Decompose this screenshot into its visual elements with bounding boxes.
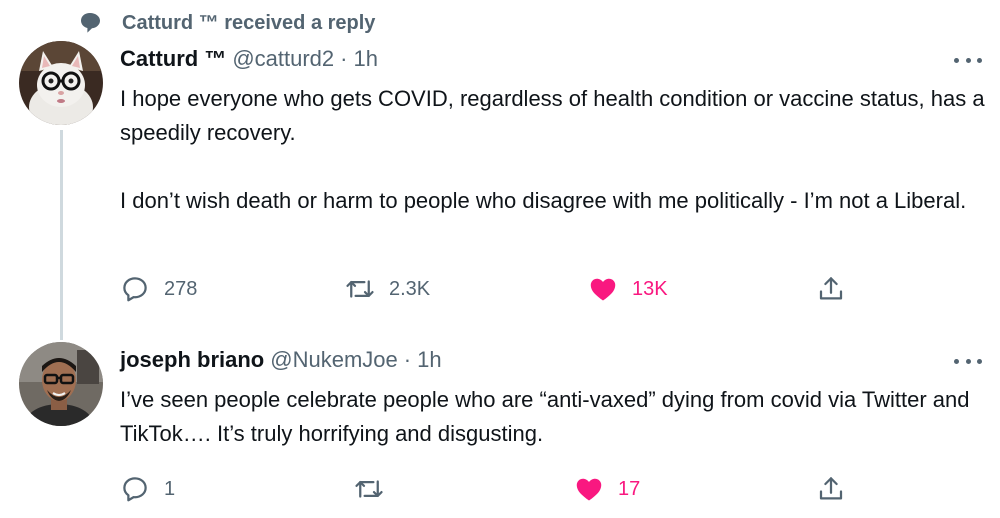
avatar[interactable] (19, 41, 103, 125)
retweet-button[interactable] (354, 472, 384, 506)
share-icon (819, 277, 843, 300)
share-icon (819, 477, 843, 500)
more-options-button[interactable] (954, 52, 982, 68)
reply-button[interactable]: 278 (120, 272, 197, 306)
reply-context: Catturd ™ received a reply (78, 6, 375, 40)
reply-icon (123, 477, 147, 502)
more-dot-icon (977, 57, 982, 63)
reply-icon (123, 277, 147, 302)
more-dot-icon (965, 57, 971, 63)
timestamp[interactable]: 1h (417, 347, 441, 373)
like-button[interactable]: 13K (588, 272, 668, 306)
heart-filled-icon (590, 278, 616, 301)
author-name[interactable]: Catturd ™ (120, 46, 226, 72)
tweet-header: Catturd ™ @catturd2 · 1h (120, 44, 378, 74)
author-handle[interactable]: @catturd2 (232, 46, 334, 72)
like-button[interactable]: 17 (574, 472, 640, 506)
share-button[interactable] (816, 272, 846, 306)
retweet-icon (346, 280, 374, 298)
retweet-button[interactable]: 2.3K (345, 272, 430, 306)
reply-button[interactable]: 1 (120, 472, 175, 506)
thread-line (60, 130, 63, 340)
reply-count: 1 (164, 477, 176, 500)
separator-dot: · (340, 46, 348, 71)
tweet-text: I hope everyone who gets COVID, regardle… (120, 86, 985, 213)
tweet-header: joseph briano @NukemJoe · 1h (120, 345, 442, 375)
share-button[interactable] (816, 472, 846, 506)
more-dot-icon (954, 57, 959, 63)
separator-dot: · (403, 347, 412, 372)
speech-bubble-icon (81, 13, 100, 33)
more-dot-icon (954, 358, 959, 364)
avatar[interactable] (19, 342, 103, 426)
more-options-button[interactable] (954, 353, 982, 369)
timestamp[interactable]: 1h (353, 46, 377, 72)
reply-context-text: Catturd ™ received a reply (122, 11, 376, 34)
more-dot-icon (977, 358, 982, 364)
reply-count: 278 (164, 277, 198, 300)
like-count: 13K (632, 277, 668, 300)
author-name[interactable]: joseph briano (120, 347, 264, 373)
tweet-text: I’ve seen people celebrate people who ar… (120, 387, 970, 446)
heart-filled-icon (576, 478, 602, 501)
man-avatar-image (19, 342, 103, 426)
more-dot-icon (965, 358, 971, 364)
retweet-icon (355, 480, 383, 498)
like-count: 17 (618, 477, 641, 500)
author-handle[interactable]: @NukemJoe (270, 347, 398, 373)
cat-avatar-image (19, 41, 103, 125)
retweet-count: 2.3K (389, 277, 431, 300)
